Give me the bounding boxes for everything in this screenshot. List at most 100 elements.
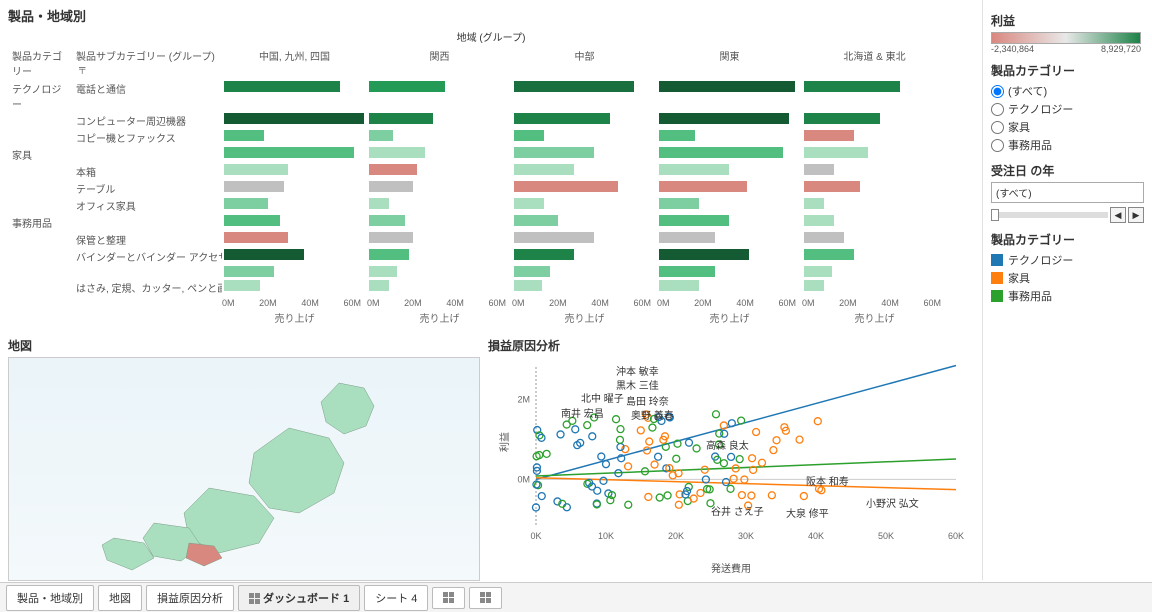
category-radio[interactable]: 家具	[991, 118, 1144, 136]
scatter-plot[interactable]: 利益0K10K20K30K40K50K60K0M2M沖本 敏幸黒木 三佳北中 曜…	[488, 357, 974, 581]
bar-cell[interactable]	[512, 112, 657, 126]
bar-cell[interactable]	[512, 214, 657, 228]
sheet-tab[interactable]: 損益原因分析	[146, 585, 234, 611]
bar-cell[interactable]	[512, 248, 657, 262]
bar-category	[8, 265, 72, 279]
bar-cell[interactable]	[802, 163, 947, 177]
bar-cell[interactable]	[512, 279, 657, 293]
legend-item[interactable]: 家具	[991, 269, 1144, 287]
bar-category	[8, 248, 72, 265]
new-dashboard-button[interactable]	[432, 587, 465, 609]
new-sheet-button[interactable]	[469, 587, 502, 609]
bar-cell[interactable]	[802, 265, 947, 279]
bar-category	[8, 129, 72, 146]
bar-cell[interactable]	[657, 248, 802, 262]
bar-cell[interactable]	[222, 80, 367, 94]
dashboard-icon	[249, 593, 260, 604]
bar-cell[interactable]	[367, 231, 512, 245]
bar-cell[interactable]	[222, 146, 367, 160]
bar-cell[interactable]	[802, 197, 947, 211]
legend-item[interactable]: テクノロジー	[991, 251, 1144, 269]
slider-next-button[interactable]: ▶	[1128, 207, 1144, 223]
bar-cell[interactable]	[367, 80, 512, 94]
bar-cell[interactable]	[802, 112, 947, 126]
bar-cell[interactable]	[802, 231, 947, 245]
bar-cell[interactable]	[802, 80, 947, 94]
bar-cell[interactable]	[367, 180, 512, 194]
bar-cell[interactable]	[367, 129, 512, 143]
category-radio[interactable]: 事務用品	[991, 136, 1144, 154]
bar-cell[interactable]	[802, 279, 947, 293]
bar-cell[interactable]	[222, 129, 367, 143]
category-filter-title: 製品カテゴリー	[991, 62, 1144, 79]
bar-cell[interactable]	[657, 146, 802, 160]
bar-cell[interactable]	[512, 265, 657, 279]
bar-cell[interactable]	[512, 197, 657, 211]
bar-cell[interactable]	[222, 279, 367, 293]
slider-prev-button[interactable]: ◀	[1110, 207, 1126, 223]
bar-cell[interactable]	[367, 112, 512, 126]
svg-text:50K: 50K	[878, 531, 894, 541]
bar-cell[interactable]	[222, 265, 367, 279]
axis-ticks: 0M20M40M60M	[512, 298, 657, 308]
bar-cell[interactable]	[222, 248, 367, 262]
bar-cell[interactable]	[367, 146, 512, 160]
bar-category: 家具	[8, 146, 72, 163]
sheet-tab[interactable]: 製品・地域別	[6, 585, 94, 611]
bar-cell[interactable]	[222, 180, 367, 194]
bar-cell[interactable]	[802, 214, 947, 228]
bar-cell[interactable]	[222, 163, 367, 177]
bar-cell[interactable]	[657, 129, 802, 143]
bar-cell[interactable]	[512, 180, 657, 194]
svg-text:谷井 さえ子: 谷井 さえ子	[711, 505, 764, 518]
region-header[interactable]: 北海道 & 東北	[802, 46, 947, 80]
region-header[interactable]: 関東	[657, 46, 802, 80]
bar-category: 事務用品	[8, 214, 72, 231]
bar-cell[interactable]	[657, 112, 802, 126]
year-select[interactable]: (すべて)	[991, 182, 1144, 203]
map-viz[interactable]	[8, 357, 480, 581]
bar-cell[interactable]	[657, 214, 802, 228]
bar-cell[interactable]	[802, 248, 947, 262]
sheet-tab[interactable]: 地図	[98, 585, 142, 611]
bar-cell[interactable]	[802, 180, 947, 194]
legend-item[interactable]: 事務用品	[991, 287, 1144, 305]
bar-cell[interactable]	[802, 129, 947, 143]
bar-cell[interactable]	[367, 279, 512, 293]
bar-cell[interactable]	[512, 129, 657, 143]
bar-cell[interactable]	[657, 197, 802, 211]
svg-text:島田 玲奈: 島田 玲奈	[626, 395, 669, 408]
bar-cell[interactable]	[512, 80, 657, 94]
col-subcategory[interactable]: 製品サブカテゴリー (グループ)╤	[72, 46, 222, 80]
bar-cell[interactable]	[657, 265, 802, 279]
category-radio[interactable]: テクノロジー	[991, 100, 1144, 118]
bar-cell[interactable]	[512, 231, 657, 245]
bar-cell[interactable]	[222, 112, 367, 126]
bar-subcategory: 電話と通信	[72, 80, 222, 112]
bar-category	[8, 231, 72, 248]
bar-cell[interactable]	[657, 163, 802, 177]
bar-cell[interactable]	[367, 265, 512, 279]
bar-cell[interactable]	[222, 214, 367, 228]
bar-cell[interactable]	[657, 279, 802, 293]
bar-cell[interactable]	[802, 146, 947, 160]
bar-cell[interactable]	[657, 231, 802, 245]
bar-cell[interactable]	[222, 231, 367, 245]
bar-cell[interactable]	[367, 248, 512, 262]
svg-text:小野沢 弘文: 小野沢 弘文	[866, 497, 919, 510]
bar-cell[interactable]	[512, 163, 657, 177]
bar-cell[interactable]	[657, 180, 802, 194]
bar-cell[interactable]	[512, 146, 657, 160]
bar-cell[interactable]	[222, 197, 367, 211]
bar-cell[interactable]	[367, 214, 512, 228]
category-radio[interactable]: (すべて)	[991, 82, 1144, 100]
region-header[interactable]: 中部	[512, 46, 657, 80]
bar-cell[interactable]	[657, 80, 802, 94]
region-header[interactable]: 中国, 九州, 四国	[222, 46, 367, 80]
bar-cell[interactable]	[367, 163, 512, 177]
year-slider[interactable]	[991, 212, 1108, 218]
sheet-tab[interactable]: ダッシュボード 1	[238, 585, 360, 611]
bar-cell[interactable]	[367, 197, 512, 211]
region-header[interactable]: 関西	[367, 46, 512, 80]
sheet-tab[interactable]: シート 4	[364, 585, 428, 611]
